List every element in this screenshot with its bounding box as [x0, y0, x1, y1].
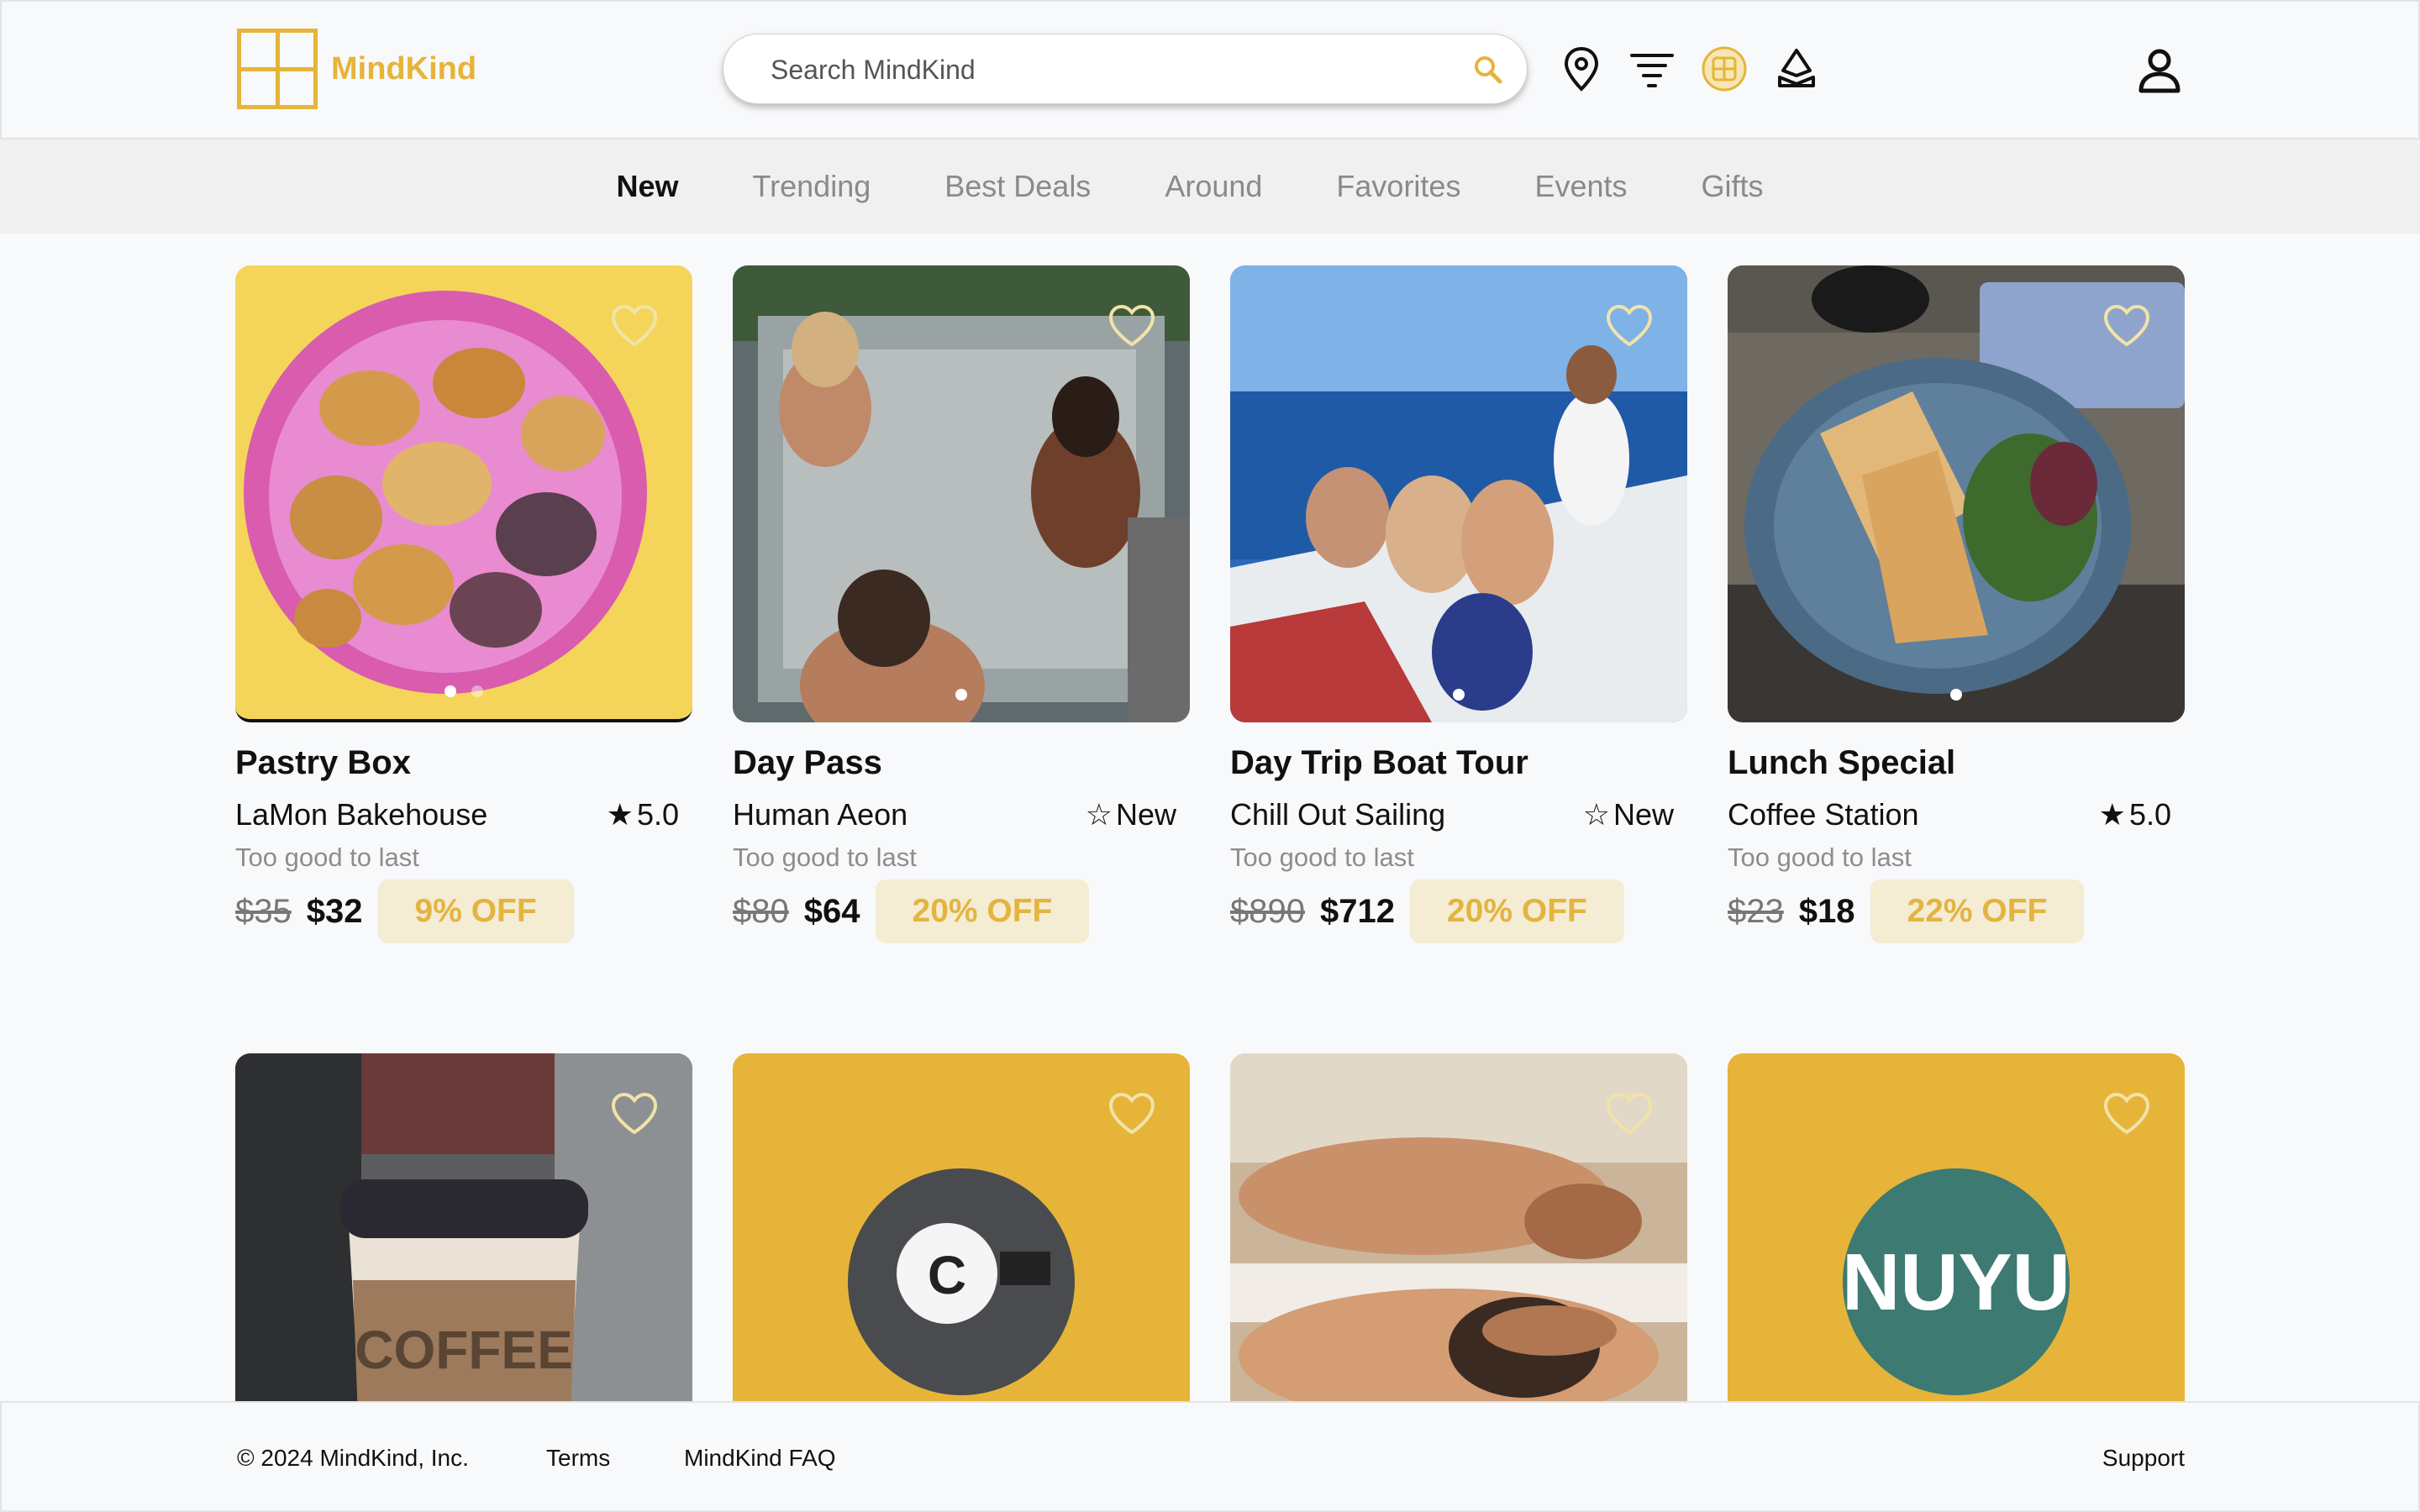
vendor-name[interactable]: LaMon Bakehouse [235, 797, 487, 832]
favorite-heart-icon[interactable] [2102, 1092, 2151, 1136]
rating-value: 5.0 [636, 797, 679, 832]
offer-tagline: Too good to last [1230, 843, 1414, 872]
rating: ★ 5.0 [607, 797, 679, 832]
carousel-dots [733, 689, 1190, 701]
sale-price: $64 [803, 892, 860, 930]
star-outline-icon: ☆ [1582, 797, 1610, 832]
carousel-dots [1230, 689, 1687, 701]
favorite-heart-icon[interactable] [1605, 1092, 1654, 1136]
favorite-heart-icon[interactable] [1605, 304, 1654, 348]
favorite-heart-icon[interactable] [1107, 304, 1156, 348]
discount-badge: 22% OFF [1870, 879, 2085, 943]
offer-photo[interactable] [235, 265, 692, 722]
support-link[interactable]: Support [2102, 1445, 2185, 1472]
header: MindKind [0, 0, 2420, 139]
favorite-heart-icon[interactable] [610, 1092, 659, 1136]
offer-title[interactable]: Lunch Special [1728, 744, 2185, 782]
discount-badge: 20% OFF [1409, 879, 1624, 943]
offer-card[interactable]: Pastry Box LaMon Bakehouse ★ 5.0 Too good… [235, 265, 692, 943]
offer-card[interactable]: Day Trip Boat Tour Chill Out Sailing ☆ Ne… [1230, 265, 1687, 943]
vendor-name[interactable]: Coffee Station [1728, 797, 1919, 832]
rating: ★ 5.0 [2099, 797, 2171, 832]
carousel-dot[interactable] [955, 689, 967, 701]
original-price: $23 [1728, 892, 1784, 930]
star-outline-icon: ☆ [1085, 797, 1113, 832]
carousel-dot[interactable] [445, 685, 456, 697]
coffee-cup-text: COFFEE [355, 1320, 573, 1380]
copyright: © 2024 MindKind, Inc. [237, 1445, 469, 1471]
terms-link[interactable]: Terms [546, 1445, 610, 1472]
sale-price: $712 [1319, 892, 1395, 930]
tab-around[interactable]: Around [1165, 169, 1262, 204]
offer-card[interactable]: Lunch Special Coffee Station ★ 5.0 Too go… [1728, 265, 2185, 943]
star-filled-icon: ★ [2098, 797, 2126, 832]
offer-photo[interactable] [1728, 265, 2185, 722]
tab-best-deals[interactable]: Best Deals [944, 169, 1091, 204]
search-bar [723, 34, 1528, 104]
logo-letter: C [928, 1245, 966, 1305]
offer-tagline: Too good to last [733, 843, 917, 872]
tab-gifts[interactable]: Gifts [1702, 169, 1764, 204]
rating-value: 5.0 [2128, 797, 2171, 832]
original-price: $35 [235, 892, 292, 930]
logo[interactable]: MindKind [237, 29, 476, 109]
grid-view-icon[interactable] [1701, 45, 1748, 92]
search-icon[interactable] [1470, 51, 1507, 88]
original-price: $80 [733, 892, 789, 930]
faq-link[interactable]: MindKind FAQ [684, 1445, 836, 1472]
account-icon[interactable] [2134, 45, 2185, 96]
carousel-dots [1728, 689, 2185, 701]
search-input[interactable] [771, 50, 1426, 90]
carousel-dot[interactable] [1950, 689, 1962, 701]
footer: © 2024 MindKind, Inc. Terms MindKind FAQ… [0, 1401, 2420, 1512]
logo-text: MindKind [331, 50, 477, 87]
favorite-heart-icon[interactable] [1107, 1092, 1156, 1136]
offer-tagline: Too good to last [235, 843, 419, 872]
offer-tagline: Too good to last [1728, 843, 1912, 872]
carousel-dot[interactable] [471, 685, 483, 697]
location-pin-icon[interactable] [1558, 45, 1605, 92]
vendor-name[interactable]: Human Aeon [733, 797, 908, 832]
vendor-name[interactable]: Chill Out Sailing [1230, 797, 1445, 832]
sale-price: $18 [1798, 892, 1855, 930]
filter-icon[interactable] [1628, 45, 1676, 92]
offer-title[interactable]: Day Pass [733, 744, 1190, 782]
discount-badge: 20% OFF [875, 879, 1090, 943]
sale-price: $32 [306, 892, 363, 930]
offer-photo[interactable] [733, 265, 1190, 722]
tab-favorites[interactable]: Favorites [1336, 169, 1460, 204]
logo-mark-icon [237, 29, 318, 109]
offer-card[interactable]: Day Pass Human Aeon ☆ New Too good to las… [733, 265, 1190, 943]
offer-title[interactable]: Day Trip Boat Tour [1230, 744, 1687, 782]
original-price: $890 [1230, 892, 1305, 930]
favorite-heart-icon[interactable] [610, 304, 659, 348]
tab-trending[interactable]: Trending [752, 169, 871, 204]
rating: ☆ New [1583, 797, 1674, 832]
tab-new[interactable]: New [616, 169, 678, 204]
favorite-heart-icon[interactable] [2102, 304, 2151, 348]
map-icon[interactable] [1773, 45, 1820, 92]
carousel-dots [235, 685, 692, 697]
carousel-dot[interactable] [1453, 689, 1465, 701]
offer-title[interactable]: Pastry Box [235, 744, 692, 782]
discount-badge: 9% OFF [377, 879, 574, 943]
tab-events[interactable]: Events [1534, 169, 1627, 204]
category-nav: New Trending Best Deals Around Favorites… [0, 139, 2420, 234]
rating: ☆ New [1086, 797, 1176, 832]
nuyu-logo-text: NUYU [1842, 1237, 2070, 1327]
rating-value: New [1115, 797, 1176, 832]
rating-value: New [1612, 797, 1674, 832]
offer-photo[interactable] [1230, 265, 1687, 722]
star-filled-icon: ★ [606, 797, 634, 832]
